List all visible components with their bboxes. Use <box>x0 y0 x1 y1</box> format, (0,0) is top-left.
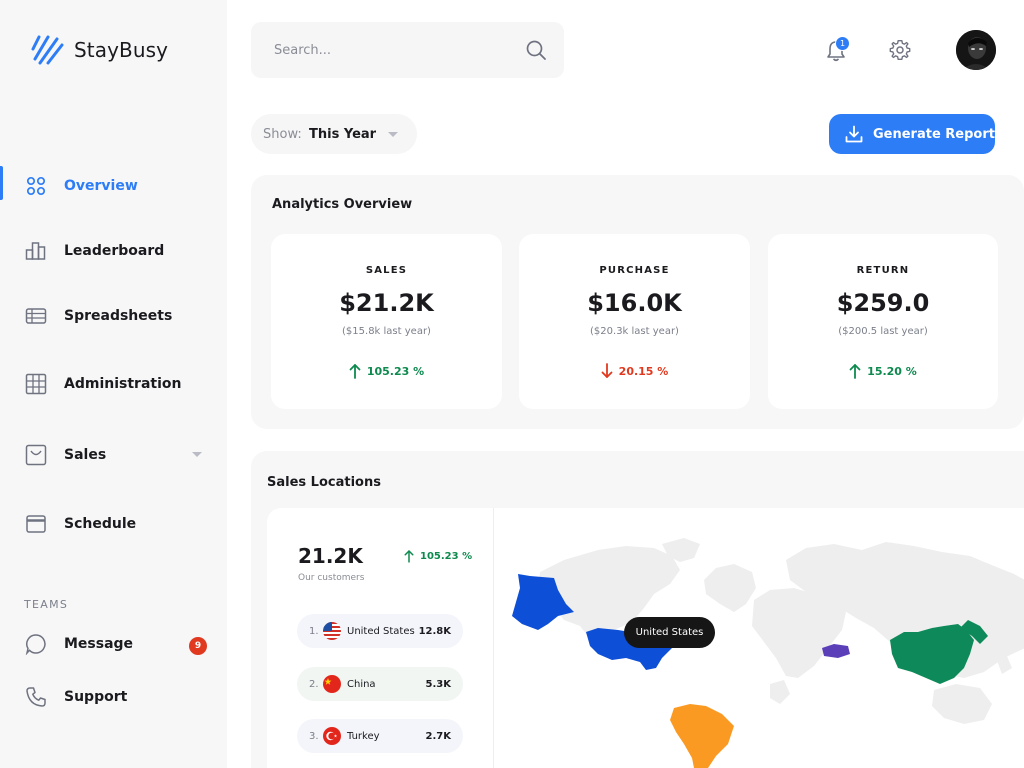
sidebar-item-sales[interactable]: Sales <box>0 435 227 475</box>
gear-icon[interactable] <box>889 39 911 61</box>
grid-layout-icon <box>24 372 48 396</box>
stat-title: SALES <box>365 265 408 276</box>
map-tooltip: United States <box>624 617 715 648</box>
china-flag-icon <box>323 675 341 693</box>
country-rank: 2. <box>309 678 319 690</box>
sidebar-item-administration[interactable]: Administration <box>0 364 227 404</box>
sidebar-item-label: Support <box>64 689 128 705</box>
logo-icon <box>31 35 64 65</box>
stat-delta-value: 105.23 % <box>366 364 425 378</box>
sales-stat-card: SALES $21.2K ($15.8k last year) 105.23 % <box>271 234 502 409</box>
country-value: 12.8K <box>418 625 451 637</box>
period-select-label: Show: <box>263 126 302 142</box>
stat-delta: 105.23 % <box>271 363 502 379</box>
sidebar-item-label: Spreadsheets <box>64 308 173 324</box>
country-value: 2.7K <box>425 730 451 742</box>
customers-value: 21.2K <box>298 544 363 568</box>
us-flag-icon <box>323 622 341 640</box>
country-value: 5.3K <box>425 678 451 690</box>
user-photo <box>956 30 996 70</box>
sidebar-item-schedule[interactable]: Schedule <box>0 504 227 544</box>
country-name: China <box>347 678 376 690</box>
search-input[interactable] <box>274 41 514 59</box>
stat-previous: ($20.3k last year) <box>590 326 679 337</box>
sidebar-item-leaderboard[interactable]: Leaderboard <box>0 231 227 271</box>
stat-value: $21.2K <box>339 289 434 317</box>
calendar-icon <box>24 512 48 536</box>
stat-delta-value: 20.15 % <box>618 364 669 378</box>
search-bar <box>251 22 564 78</box>
analytics-overview-title: Analytics Overview <box>272 197 413 212</box>
stat-delta: 15.20 % <box>768 363 998 379</box>
search-icon[interactable] <box>525 39 547 61</box>
sidebar-item-label: Leaderboard <box>64 243 165 259</box>
country-row-turkey[interactable]: 3. Turkey 2.7K <box>297 719 463 753</box>
sidebar-item-overview[interactable]: Overview <box>0 166 227 206</box>
stat-delta-value: 15.20 % <box>867 364 917 378</box>
purchase-stat-card: PURCHASE $16.0K ($20.3k last year) 20.15… <box>519 234 750 409</box>
avatar[interactable] <box>956 30 996 70</box>
world-map <box>493 508 1024 768</box>
grid-icon <box>24 174 48 198</box>
message-badge: 9 <box>189 637 207 655</box>
customers-label: Our customers <box>298 573 365 583</box>
generate-report-label: Generate Report <box>873 126 995 142</box>
sidebar-item-label: Message <box>64 636 134 652</box>
sidebar-item-label: Schedule <box>64 516 137 532</box>
arrow-up-icon <box>849 364 861 379</box>
arrow-down-icon <box>601 363 613 378</box>
sidebar-item-label: Administration <box>64 376 182 392</box>
country-rank: 1. <box>309 625 319 637</box>
arrow-up-icon <box>404 550 414 563</box>
bar-chart-icon <box>24 239 48 263</box>
notification-badge: 1 <box>835 36 850 51</box>
period-select-value: This Year <box>309 126 377 142</box>
bag-icon <box>24 443 48 467</box>
stat-previous: ($200.5 last year) <box>838 326 928 337</box>
arrow-up-icon <box>349 364 361 379</box>
sales-locations-title: Sales Locations <box>267 475 381 490</box>
return-stat-card: RETURN $259.0 ($200.5 last year) 15.20 % <box>768 234 998 409</box>
generate-report-button[interactable]: Generate Report <box>829 114 995 154</box>
phone-icon <box>24 685 48 709</box>
stat-title: RETURN <box>856 265 910 276</box>
country-rank: 3. <box>309 730 319 742</box>
sidebar-item-message[interactable]: Message 9 <box>0 624 227 664</box>
brand-name: StayBusy <box>74 38 169 62</box>
sidebar-item-label: Overview <box>64 178 138 194</box>
chevron-down-icon[interactable] <box>192 452 202 457</box>
country-name: Turkey <box>347 730 380 742</box>
country-name: United States <box>347 625 415 637</box>
sidebar: StayBusy Overview Leaderboard Spreadshee… <box>0 0 227 768</box>
customers-delta-value: 105.23 % <box>420 550 473 562</box>
map-region-brazil <box>670 704 734 768</box>
country-row-china[interactable]: 2. China 5.3K <box>297 667 463 701</box>
world-map-graphic <box>512 538 1024 768</box>
turkey-flag-icon <box>323 727 341 745</box>
stat-value: $16.0K <box>587 289 682 317</box>
sidebar-item-label: Sales <box>64 447 107 463</box>
stat-delta: 20.15 % <box>519 363 750 379</box>
stat-previous: ($15.8k last year) <box>342 326 431 337</box>
chevron-down-icon <box>388 132 398 137</box>
teams-heading: TEAMS <box>24 598 69 611</box>
sidebar-item-spreadsheets[interactable]: Spreadsheets <box>0 296 227 336</box>
chat-bubble-icon <box>24 632 48 656</box>
country-row-united-states[interactable]: 1. United States 12.8K <box>297 614 463 648</box>
stat-title: PURCHASE <box>599 265 670 276</box>
sidebar-item-support[interactable]: Support <box>0 677 227 717</box>
period-select[interactable]: Show: This Year <box>251 114 417 154</box>
brand-logo[interactable]: StayBusy <box>30 33 168 67</box>
table-icon <box>24 304 48 328</box>
customers-delta: 105.23 % <box>404 549 472 563</box>
stat-value: $259.0 <box>836 289 930 317</box>
download-icon <box>845 125 863 143</box>
